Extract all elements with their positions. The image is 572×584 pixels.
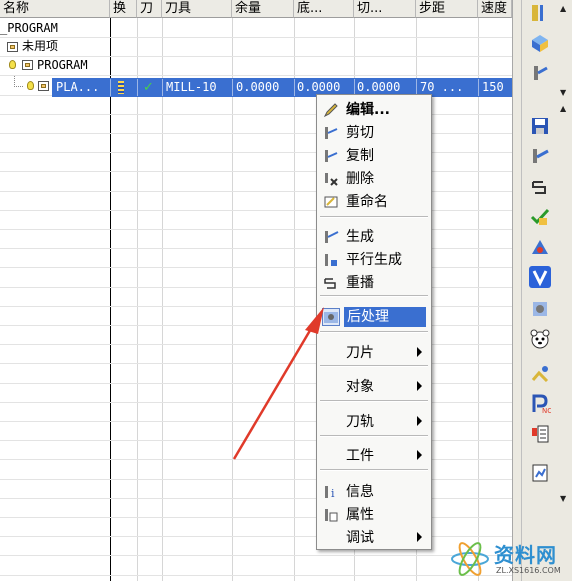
watermark-url: ZL.XS1616.COM xyxy=(496,566,561,575)
watermark-logo: 资料网 ZL.XS1616.COM xyxy=(448,537,572,581)
annotation-arrow xyxy=(232,307,324,460)
watermark-text: 资料网 xyxy=(494,543,557,567)
